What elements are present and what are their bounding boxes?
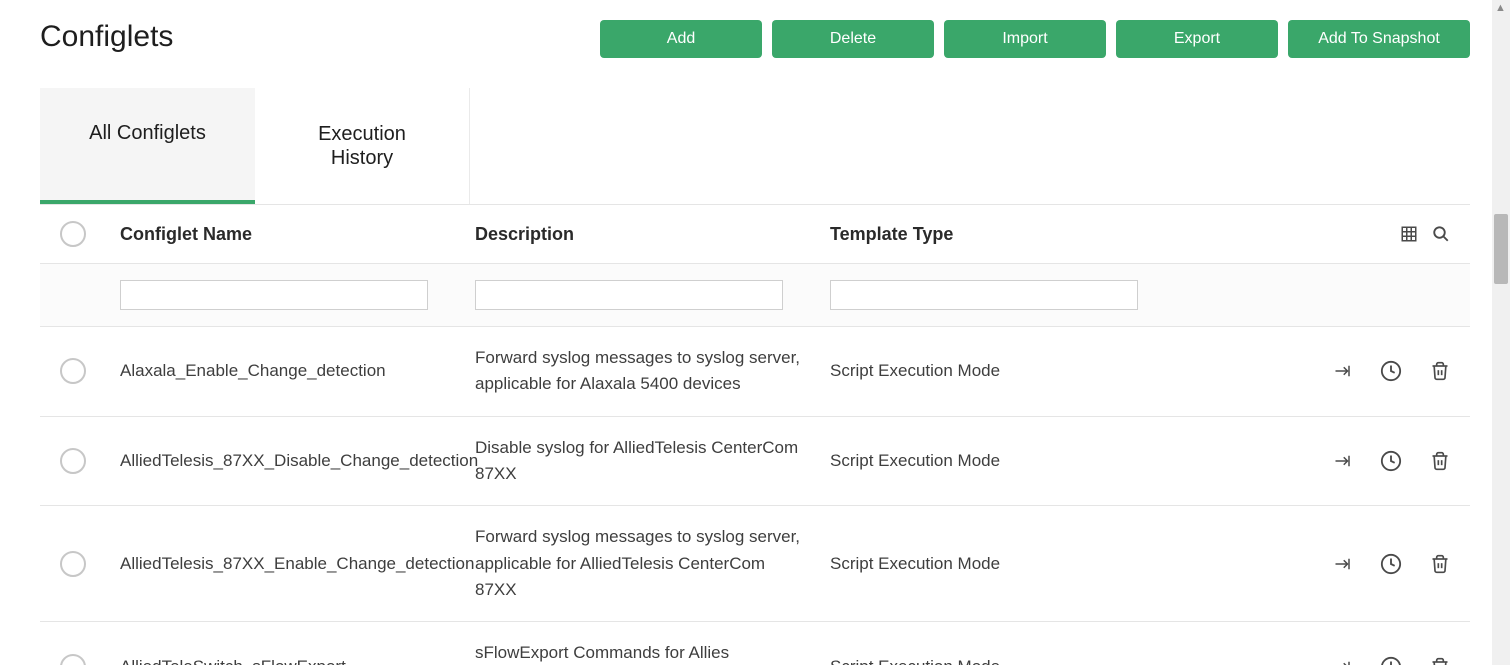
filter-description-input[interactable] xyxy=(475,280,783,310)
cell-description: Forward syslog messages to syslog server… xyxy=(475,524,830,603)
filter-type-input[interactable] xyxy=(830,280,1138,310)
page-title: Configlets xyxy=(40,20,173,54)
trash-icon[interactable] xyxy=(1430,554,1450,574)
import-button[interactable]: Import xyxy=(944,20,1106,58)
tab-label-line2: History xyxy=(275,146,449,170)
table-header-row: Configlet Name Description Template Type xyxy=(40,205,1470,264)
row-checkbox[interactable] xyxy=(60,654,86,665)
columns-icon[interactable] xyxy=(1400,225,1418,243)
trash-icon[interactable] xyxy=(1430,657,1450,665)
cell-configlet-name[interactable]: AlliedTelesis_87XX_Disable_Change_detect… xyxy=(120,448,475,474)
delete-button[interactable]: Delete xyxy=(772,20,934,58)
execute-icon[interactable] xyxy=(1334,364,1352,378)
history-icon[interactable] xyxy=(1380,450,1402,472)
cell-template-type: Script Execution Mode xyxy=(830,361,1290,381)
trash-icon[interactable] xyxy=(1430,451,1450,471)
cell-description: sFlowExport Commands for Allies TeleSwit… xyxy=(475,640,830,665)
history-icon[interactable] xyxy=(1380,656,1402,665)
execute-icon[interactable] xyxy=(1334,557,1352,571)
table-row: AlliedTeleSwitch_sFlowExport sFlowExport… xyxy=(40,622,1470,665)
scrollbar-thumb[interactable] xyxy=(1494,214,1508,284)
cell-description: Forward syslog messages to syslog server… xyxy=(475,345,830,398)
tab-bar: All Configlets Execution History xyxy=(40,88,1470,205)
tab-label-line1: Execution xyxy=(275,122,449,146)
cell-template-type: Script Execution Mode xyxy=(830,657,1290,665)
cell-template-type: Script Execution Mode xyxy=(830,451,1290,471)
configlets-table: Configlet Name Description Template Type xyxy=(40,205,1470,665)
table-row: AlliedTelesis_87XX_Disable_Change_detect… xyxy=(40,417,1470,507)
cell-description: Disable syslog for AlliedTelesis CenterC… xyxy=(475,435,830,488)
table-row: AlliedTelesis_87XX_Enable_Change_detecti… xyxy=(40,506,1470,622)
vertical-scrollbar[interactable]: ▲ xyxy=(1492,0,1510,665)
column-header-template-type[interactable]: Template Type xyxy=(830,224,1370,245)
cell-configlet-name[interactable]: AlliedTeleSwitch_sFlowExport xyxy=(120,654,475,665)
execute-icon[interactable] xyxy=(1334,454,1352,468)
execute-icon[interactable] xyxy=(1334,660,1352,665)
cell-configlet-name[interactable]: AlliedTelesis_87XX_Enable_Change_detecti… xyxy=(120,551,475,577)
cell-configlet-name[interactable]: Alaxala_Enable_Change_detection xyxy=(120,358,475,384)
tab-label: All Configlets xyxy=(89,122,206,144)
scroll-up-arrow-icon[interactable]: ▲ xyxy=(1495,2,1506,14)
select-all-checkbox[interactable] xyxy=(60,221,86,247)
table-row: Alaxala_Enable_Change_detection Forward … xyxy=(40,327,1470,417)
cell-template-type: Script Execution Mode xyxy=(830,554,1290,574)
export-button[interactable]: Export xyxy=(1116,20,1278,58)
add-to-snapshot-button[interactable]: Add To Snapshot xyxy=(1288,20,1470,58)
tab-all-configlets[interactable]: All Configlets xyxy=(40,88,255,204)
add-button[interactable]: Add xyxy=(600,20,762,58)
filter-name-input[interactable] xyxy=(120,280,428,310)
tab-execution-history[interactable]: Execution History xyxy=(255,88,470,204)
history-icon[interactable] xyxy=(1380,553,1402,575)
filter-row xyxy=(40,264,1470,327)
action-buttons: Add Delete Import Export Add To Snapshot xyxy=(600,20,1470,58)
column-header-name[interactable]: Configlet Name xyxy=(120,224,475,245)
row-checkbox[interactable] xyxy=(60,448,86,474)
history-icon[interactable] xyxy=(1380,360,1402,382)
trash-icon[interactable] xyxy=(1430,361,1450,381)
row-checkbox[interactable] xyxy=(60,551,86,577)
row-checkbox[interactable] xyxy=(60,358,86,384)
search-icon[interactable] xyxy=(1432,225,1450,243)
column-header-description[interactable]: Description xyxy=(475,224,830,245)
